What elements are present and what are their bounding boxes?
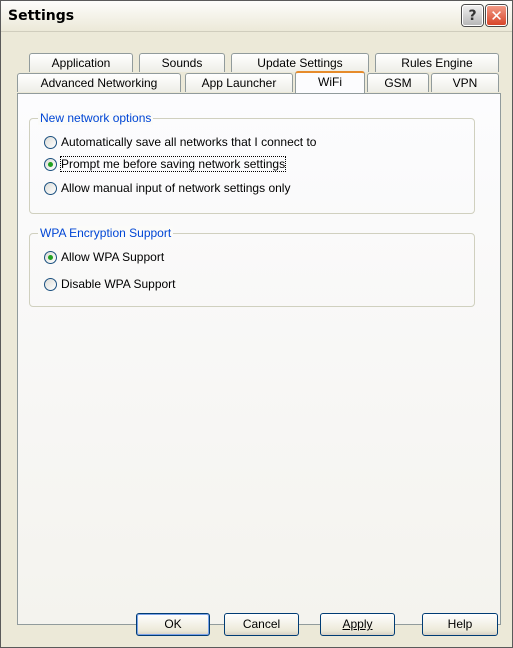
apply-button[interactable]: Apply [320,613,395,636]
wpa-encryption-group: WPA Encryption Support Allow WPA Support… [29,226,475,307]
tab-rules-engine[interactable]: Rules Engine [375,53,499,72]
title-bar[interactable]: Settings ? ✕ [1,1,512,32]
tab-advanced-networking[interactable]: Advanced Networking [17,73,181,92]
help-button[interactable]: Help [422,613,498,636]
tab-app-launcher[interactable]: App Launcher [185,73,293,92]
radio-allow-wpa[interactable]: Allow WPA Support [44,249,164,265]
cancel-button[interactable]: Cancel [224,613,299,636]
radio-button-icon[interactable] [44,157,57,171]
settings-window: Settings ? ✕ Application Sounds Update S… [0,0,513,648]
tab-vpn[interactable]: VPN [431,73,499,92]
tab-gsm[interactable]: GSM [367,73,429,92]
radio-button-icon[interactable] [44,277,57,291]
radio-label: Disable WPA Support [61,277,176,291]
help-icon: ? [468,7,477,24]
tab-strip: Application Sounds Update Settings Rules… [17,53,501,95]
tab-wifi[interactable]: WiFi [295,71,365,93]
tab-sounds[interactable]: Sounds [139,53,225,72]
close-icon: ✕ [490,6,503,25]
radio-label: Prompt me before saving network settings [59,156,287,172]
radio-button-icon[interactable] [44,135,57,149]
ok-button[interactable]: OK [136,613,210,636]
radio-button-icon[interactable] [44,181,57,195]
tab-application[interactable]: Application [29,53,133,72]
tab-update-settings[interactable]: Update Settings [231,53,369,72]
radio-manual-input-only[interactable]: Allow manual input of network settings o… [44,180,290,196]
radio-button-icon[interactable] [44,250,57,264]
radio-label: Allow WPA Support [61,250,165,264]
radio-disable-wpa[interactable]: Disable WPA Support [44,276,176,292]
group-legend: WPA Encryption Support [38,226,174,240]
group-legend: New network options [38,111,154,125]
close-button[interactable]: ✕ [486,5,507,26]
radio-prompt-before-saving[interactable]: Prompt me before saving network settings [44,156,287,172]
radio-label: Allow manual input of network settings o… [61,181,291,195]
new-network-options-group: New network options Automatically save a… [29,111,475,214]
radio-auto-save-networks[interactable]: Automatically save all networks that I c… [44,134,316,150]
window-title: Settings [8,8,75,24]
radio-label: Automatically save all networks that I c… [61,135,317,149]
help-title-button[interactable]: ? [462,5,483,26]
